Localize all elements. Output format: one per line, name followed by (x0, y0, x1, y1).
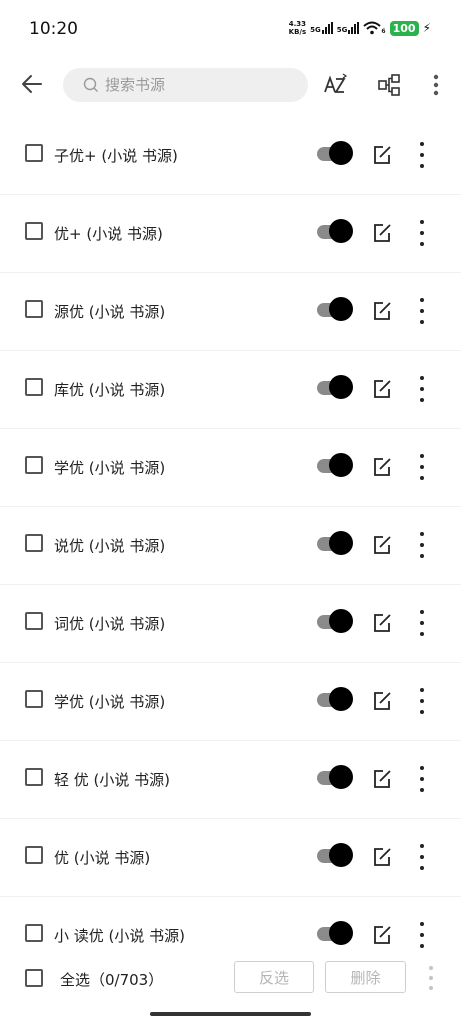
select-checkbox[interactable] (25, 846, 43, 864)
enable-toggle[interactable] (315, 453, 353, 479)
select-checkbox[interactable] (25, 534, 43, 552)
edit-icon[interactable] (371, 924, 393, 946)
item-more-icon[interactable] (414, 688, 430, 714)
source-name: 学优 (小说 书源) (54, 459, 166, 477)
item-more-icon[interactable] (414, 766, 430, 792)
list-item[interactable]: 学优 (小说 书源) (0, 429, 461, 507)
search-input[interactable] (105, 68, 295, 102)
enable-toggle[interactable] (315, 609, 353, 635)
item-more-icon[interactable] (414, 610, 430, 636)
item-more-icon[interactable] (414, 220, 430, 246)
edit-icon[interactable] (371, 690, 393, 712)
bottom-more-icon[interactable] (425, 966, 437, 990)
source-name: 轻 优 (小说 书源) (54, 771, 171, 789)
invert-selection-button[interactable]: 反选 (234, 961, 314, 993)
source-name: 学优 (小说 书源) (54, 693, 166, 711)
enable-toggle[interactable] (315, 297, 353, 323)
group-button[interactable] (372, 68, 406, 102)
item-more-icon[interactable] (414, 298, 430, 324)
select-checkbox[interactable] (25, 144, 43, 162)
wifi-badge: 6 (381, 28, 386, 35)
select-checkbox[interactable] (25, 690, 43, 708)
edit-icon[interactable] (371, 222, 393, 244)
cell-signal-1-label: 5G (310, 26, 321, 34)
source-name: 子优+ (小说 书源) (54, 147, 178, 165)
toolbar-more-button[interactable] (426, 68, 446, 102)
list-item[interactable]: 词优 (小说 书源) (0, 585, 461, 663)
edit-icon[interactable] (371, 846, 393, 868)
network-speed-value: 4.33 (288, 20, 307, 28)
search-box[interactable] (63, 68, 308, 102)
more-vertical-icon (433, 74, 439, 96)
source-name: 优 (小说 书源) (54, 849, 151, 867)
list-item[interactable]: 库优 (小说 书源) (0, 351, 461, 429)
home-indicator (150, 1012, 311, 1016)
enable-toggle[interactable] (315, 531, 353, 557)
list-item[interactable]: 源优 (小说 书源) (0, 273, 461, 351)
status-time: 10:20 (29, 19, 78, 39)
enable-toggle[interactable] (315, 921, 353, 947)
status-bar: 10:20 4.33 KB/s 5G 5G 6 100 ⚡ (0, 0, 461, 58)
edit-icon[interactable] (371, 612, 393, 634)
source-name: 词优 (小说 书源) (54, 615, 166, 633)
select-checkbox[interactable] (25, 222, 43, 240)
source-name: 小 读优 (小说 书源) (54, 927, 186, 945)
enable-toggle[interactable] (315, 141, 353, 167)
enable-toggle[interactable] (315, 219, 353, 245)
select-checkbox[interactable] (25, 768, 43, 786)
edit-icon[interactable] (371, 534, 393, 556)
charging-icon: ⚡ (422, 21, 431, 35)
cell-signal-2-icon: 5G (337, 22, 360, 34)
item-more-icon[interactable] (414, 922, 430, 948)
cell-signal-2-label: 5G (336, 26, 348, 34)
delete-button[interactable]: 删除 (325, 961, 406, 993)
select-all-checkbox[interactable] (25, 969, 43, 987)
item-more-icon[interactable] (414, 844, 430, 870)
list-item[interactable]: 优 (小说 书源) (0, 819, 461, 897)
item-more-icon[interactable] (414, 376, 430, 402)
edit-icon[interactable] (371, 144, 393, 166)
enable-toggle[interactable] (315, 375, 353, 401)
select-checkbox[interactable] (25, 378, 43, 396)
cell-signal-1-icon: 5G (310, 22, 333, 34)
network-speed: 4.33 KB/s (289, 20, 306, 36)
edit-icon[interactable] (371, 300, 393, 322)
list-item[interactable]: 说优 (小说 书源) (0, 507, 461, 585)
select-checkbox[interactable] (25, 924, 43, 942)
source-name: 库优 (小说 书源) (54, 381, 166, 399)
item-more-icon[interactable] (414, 142, 430, 168)
select-checkbox[interactable] (25, 300, 43, 318)
source-name: 源优 (小说 书源) (54, 303, 166, 321)
enable-toggle[interactable] (315, 687, 353, 713)
edit-icon[interactable] (371, 378, 393, 400)
source-name: 优+ (小说 书源) (54, 225, 163, 243)
selection-bar: 全选（0/703） 反选 删除 (0, 950, 461, 1010)
status-icons: 4.33 KB/s 5G 5G 6 100 ⚡ (289, 20, 431, 36)
select-all-label: 全选（0/703） (60, 971, 164, 989)
item-more-icon[interactable] (414, 454, 430, 480)
network-speed-unit: KB/s (288, 28, 307, 36)
enable-toggle[interactable] (315, 843, 353, 869)
group-tree-icon (378, 74, 400, 96)
wifi-icon: 6 (363, 21, 386, 35)
search-icon (83, 77, 98, 92)
top-toolbar (0, 58, 461, 114)
edit-icon[interactable] (371, 768, 393, 790)
item-more-icon[interactable] (414, 532, 430, 558)
enable-toggle[interactable] (315, 765, 353, 791)
book-source-list: 子优+ (小说 书源) 优+ (小说 书源) 源优 (小说 书源) 库优 (小说… (0, 117, 461, 974)
list-item[interactable]: 轻 优 (小说 书源) (0, 741, 461, 819)
battery-indicator: 100 (389, 20, 419, 36)
select-checkbox[interactable] (25, 612, 43, 630)
back-arrow-icon[interactable] (18, 70, 46, 98)
select-checkbox[interactable] (25, 456, 43, 474)
edit-icon[interactable] (371, 456, 393, 478)
sort-az-button[interactable] (318, 68, 352, 102)
sort-az-icon (324, 73, 348, 93)
list-item[interactable]: 优+ (小说 书源) (0, 195, 461, 273)
list-item[interactable]: 学优 (小说 书源) (0, 663, 461, 741)
source-name: 说优 (小说 书源) (54, 537, 166, 555)
list-item[interactable]: 子优+ (小说 书源) (0, 117, 461, 195)
